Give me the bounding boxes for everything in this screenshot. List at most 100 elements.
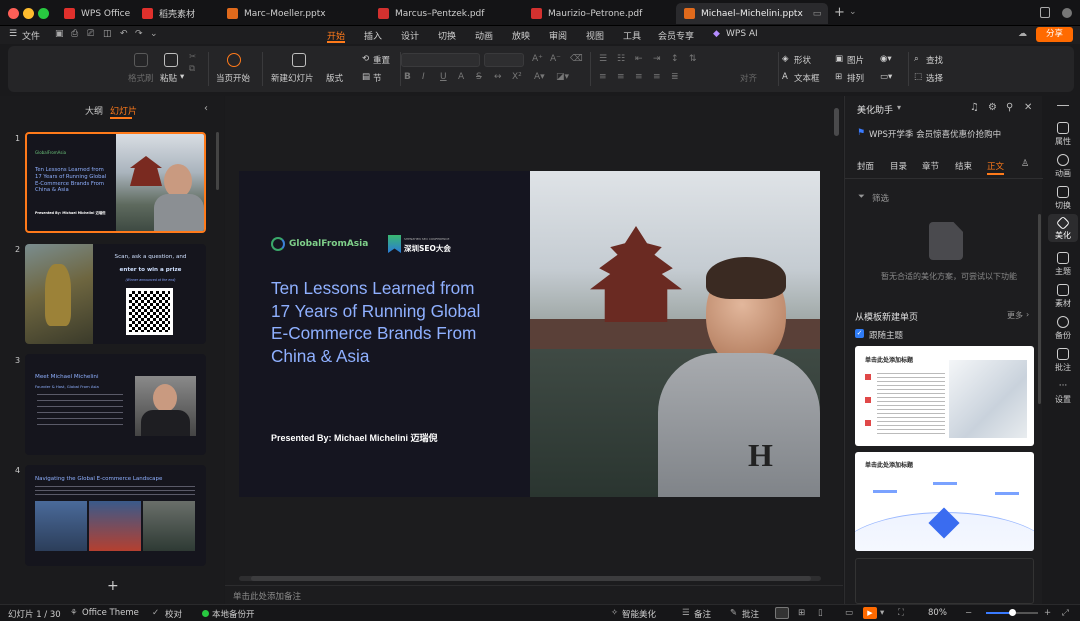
find-button[interactable]: 查找 bbox=[926, 54, 943, 66]
fit-slide-icon[interactable]: ⤢ bbox=[1062, 608, 1069, 618]
bold-icon[interactable]: B bbox=[404, 72, 411, 82]
tab-chapter[interactable]: 章节 bbox=[922, 160, 939, 172]
new-tab-icon[interactable]: + bbox=[834, 5, 845, 20]
paste-button[interactable]: 粘贴 bbox=[160, 72, 177, 84]
start-from-current-button[interactable]: 当页开始 bbox=[216, 72, 250, 84]
layout-button[interactable]: 版式 bbox=[326, 72, 343, 84]
align-left-icon[interactable]: ≡ bbox=[599, 72, 607, 82]
sidebar-assets[interactable]: 素材 bbox=[1046, 284, 1080, 309]
slideshow-chevron-icon[interactable]: ▾ bbox=[880, 608, 884, 618]
textbox-button[interactable]: 文本框 bbox=[794, 72, 820, 84]
maximize-window-icon[interactable] bbox=[38, 8, 49, 19]
cut-icon[interactable]: ✂ bbox=[189, 52, 196, 62]
format-painter-button[interactable]: 格式刷 bbox=[128, 72, 154, 84]
theme-name[interactable]: Office Theme bbox=[82, 608, 139, 618]
italic-icon[interactable]: I bbox=[422, 72, 425, 82]
paste-chevron-icon[interactable]: ▾ bbox=[180, 72, 184, 82]
headset-icon[interactable]: ♫ bbox=[970, 102, 979, 113]
collapse-sidebar-icon[interactable] bbox=[1057, 105, 1069, 106]
font-color-icon[interactable]: A▾ bbox=[534, 72, 545, 82]
print-icon[interactable]: ⎚ bbox=[87, 29, 94, 39]
normal-view-icon[interactable] bbox=[775, 607, 789, 619]
undo-icon[interactable]: ↶ bbox=[120, 29, 128, 39]
highlight-icon[interactable]: ◪▾ bbox=[556, 72, 569, 82]
sidebar-transition[interactable]: 切换 bbox=[1046, 186, 1080, 211]
collapse-panel-icon[interactable]: ‹ bbox=[204, 103, 208, 114]
font-grow-icon[interactable]: A⁺ bbox=[532, 54, 543, 64]
tab-michael-michelini[interactable]: Michael–Michelini.pptx ▭ ✕ bbox=[676, 3, 828, 24]
menu-insert[interactable]: 插入 bbox=[364, 29, 382, 42]
gear-icon[interactable]: ⚙ bbox=[988, 102, 997, 113]
promo-banner[interactable]: WPS开学季 会员惊喜优惠价抢购中 bbox=[869, 128, 1001, 140]
font-family-select[interactable] bbox=[401, 53, 480, 67]
menu-wps-ai[interactable]: WPS AI bbox=[726, 29, 758, 39]
zoom-out-icon[interactable]: − bbox=[965, 608, 972, 618]
slide-thumbnail-4[interactable]: Navigating the Global E-commerce Landsca… bbox=[25, 465, 206, 566]
font-size-select[interactable] bbox=[484, 53, 524, 67]
font-shrink-icon[interactable]: A⁻ bbox=[550, 54, 561, 64]
canvas-horizontal-scrollbar[interactable] bbox=[239, 576, 821, 581]
zoom-slider-handle[interactable] bbox=[1009, 609, 1016, 616]
slide-sorter-icon[interactable]: ⊞ bbox=[798, 608, 805, 618]
redo-icon[interactable]: ↷ bbox=[135, 29, 143, 39]
canvas-vertical-scrollbar[interactable] bbox=[834, 108, 839, 136]
slide-thumbnail-2[interactable]: Scan, ask a question, and enter to win a… bbox=[25, 244, 206, 344]
outdent-icon[interactable]: ⇤ bbox=[635, 54, 643, 64]
char-spacing-icon[interactable]: ↔ bbox=[494, 72, 502, 82]
save-icon[interactable]: ▣ bbox=[55, 29, 64, 39]
tab-outline[interactable]: 大纲 bbox=[85, 104, 103, 117]
thumbnail-scrollbar[interactable] bbox=[216, 132, 219, 190]
more-chevron-icon[interactable]: ⌄ bbox=[150, 29, 158, 39]
reset-button[interactable]: 重置 bbox=[373, 54, 390, 66]
tab-marcus-pentzek[interactable]: Marcus–Pentzek.pdf bbox=[370, 3, 520, 24]
play-slideshow-button[interactable]: ▶ bbox=[863, 607, 877, 619]
zoom-level[interactable]: 80% bbox=[928, 608, 947, 618]
menu-slideshow[interactable]: 放映 bbox=[512, 29, 530, 42]
template-card-3[interactable] bbox=[855, 558, 1034, 604]
presenter-view-icon[interactable]: ▭ bbox=[845, 608, 853, 618]
menu-design[interactable]: 设计 bbox=[401, 29, 419, 42]
current-slide[interactable]: GlobalFromAsia SHENZHEN SEO CONFERENCE 深… bbox=[239, 171, 820, 497]
sidebar-comments[interactable]: 批注 bbox=[1046, 348, 1080, 373]
slide-title[interactable]: Ten Lessons Learned from 17 Years of Runn… bbox=[271, 277, 480, 367]
shape-button[interactable]: 形状 bbox=[794, 54, 811, 66]
template-card-2[interactable]: 单击此处添加标题 bbox=[855, 452, 1034, 551]
slide-thumbnail-3[interactable]: Meet Michael Michelini Founder & Host, G… bbox=[25, 354, 206, 455]
reading-view-icon[interactable]: ▯ bbox=[818, 608, 823, 618]
sidebar-backup[interactable]: 备份 bbox=[1046, 316, 1080, 341]
tab-slides[interactable]: 幻灯片 bbox=[110, 104, 137, 117]
sidebar-animation[interactable]: 动画 bbox=[1046, 154, 1080, 179]
close-icon[interactable]: ✕ bbox=[1024, 102, 1032, 113]
slide-thumbnail-1[interactable]: GlobalFromAsia Ten Lessons Learned from 1… bbox=[25, 132, 206, 233]
indent-icon[interactable]: ⇥ bbox=[653, 54, 661, 64]
bullets-icon[interactable]: ☰ bbox=[599, 54, 607, 64]
select-button[interactable]: 选择 bbox=[926, 72, 943, 84]
clear-format-icon[interactable]: ⌫ bbox=[570, 54, 583, 64]
notes-button[interactable]: 备注 bbox=[694, 608, 711, 620]
menu-view[interactable]: 视图 bbox=[586, 29, 604, 42]
shadow-icon[interactable]: A bbox=[458, 72, 464, 82]
tab-wps-office[interactable]: WPS Office bbox=[56, 3, 131, 24]
smart-beautify-button[interactable]: 智能美化 bbox=[622, 608, 656, 620]
copy-icon[interactable]: ⧉ bbox=[189, 64, 195, 74]
minimize-window-icon[interactable] bbox=[23, 8, 34, 19]
backup-status[interactable]: 本地备份开 bbox=[212, 608, 255, 620]
tab-pin-icon[interactable]: ▭ bbox=[813, 9, 822, 19]
filter-button[interactable]: 筛选 bbox=[872, 192, 889, 204]
justify-icon[interactable]: ≡ bbox=[653, 72, 661, 82]
fit-window-icon[interactable]: ⛶ bbox=[898, 608, 904, 618]
menu-member[interactable]: 会员专享 bbox=[658, 29, 694, 42]
more-chevron-icon[interactable]: › bbox=[1026, 310, 1029, 319]
panel-title-chevron-icon[interactable]: ▾ bbox=[897, 103, 901, 112]
comments-button[interactable]: 批注 bbox=[742, 608, 759, 620]
window-mode-icon[interactable] bbox=[1040, 7, 1050, 18]
menu-transition[interactable]: 切换 bbox=[438, 29, 456, 42]
numbering-icon[interactable]: ☷ bbox=[617, 54, 625, 64]
arrange-button[interactable]: 排列 bbox=[847, 72, 864, 84]
align-right-icon[interactable]: ≡ bbox=[635, 72, 643, 82]
zoom-in-icon[interactable]: + bbox=[1044, 608, 1051, 618]
outline-icon[interactable]: ▭▾ bbox=[880, 72, 892, 82]
align-button[interactable]: 对齐 bbox=[740, 72, 757, 84]
sidebar-theme[interactable]: 主题 bbox=[1046, 252, 1080, 277]
superscript-icon[interactable]: X² bbox=[512, 72, 522, 82]
